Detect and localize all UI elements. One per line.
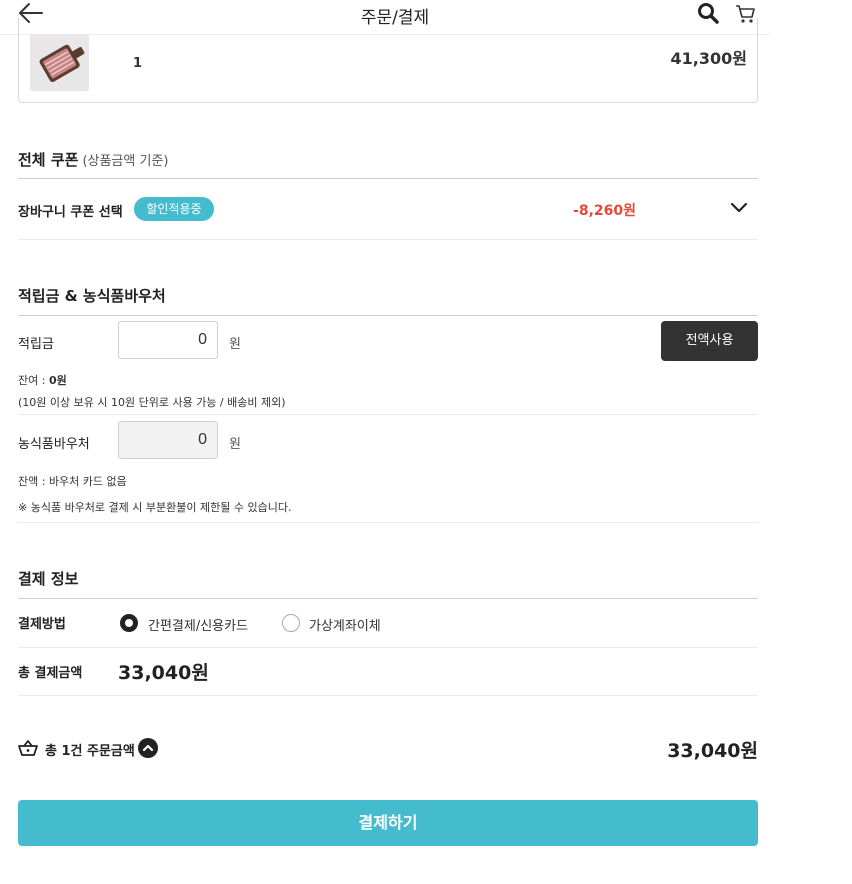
product-price: 41,300원 [670, 49, 747, 68]
voucher-input[interactable] [118, 421, 218, 459]
radio-card-payment[interactable] [120, 614, 138, 632]
points-note: (10원 이상 보유 시 10원 단위로 사용 가능 / 배송비 제외) [18, 396, 286, 409]
points-input[interactable] [118, 321, 218, 359]
product-quantity: 1 [133, 56, 143, 71]
checkout-page: 주문/결제 1 41,300원 전체 쿠폰 (상품금액 기준) 장바구니 쿠폰 … [0, 0, 770, 884]
divider [18, 315, 758, 316]
order-summary-label: 총 1건 주문금액 [45, 744, 135, 759]
chevron-down-icon[interactable] [730, 200, 748, 216]
divider [18, 239, 758, 240]
coupon-title: 전체 쿠폰 [18, 151, 79, 169]
product-image [30, 34, 89, 91]
points-balance: 잔여 : 0원 [18, 372, 67, 388]
use-all-points-button[interactable]: 전액사용 [661, 321, 758, 361]
radio-virtual-account-label[interactable]: 가상계좌이체 [309, 615, 381, 634]
coupon-subtitle: (상품금액 기준) [82, 154, 169, 169]
divider [18, 598, 758, 599]
divider [18, 647, 758, 648]
basket-icon [18, 740, 38, 756]
chevron-up-icon[interactable] [138, 738, 158, 758]
voucher-note: ※ 농식품 바우처로 결제 시 부분환불이 제한될 수 있습니다. [18, 501, 292, 514]
voucher-balance: 잔액 : 바우처 카드 없음 [18, 475, 127, 488]
discount-applied-badge: 할인적용중 [134, 197, 214, 221]
divider [18, 414, 758, 415]
divider [18, 522, 758, 523]
points-balance-value: 0원 [48, 374, 67, 387]
points-section-title: 적립금 & 농식품바우처 [18, 287, 166, 305]
points-label: 적립금 [18, 337, 54, 352]
divider [18, 178, 758, 179]
total-payment-label: 총 결제금액 [18, 666, 83, 681]
order-summary-value: 33,040원 [667, 740, 758, 762]
divider [18, 695, 758, 696]
payment-method-label: 결제방법 [18, 617, 66, 632]
voucher-unit: 원 [229, 437, 241, 452]
cart-coupon-label: 장바구니 쿠폰 선택 [18, 205, 123, 220]
radio-card-payment-label[interactable]: 간편결제/신용카드 [148, 615, 248, 634]
radio-virtual-account[interactable] [282, 614, 300, 632]
points-unit: 원 [229, 337, 241, 352]
coupon-discount-amount: -8,260원 [573, 203, 636, 219]
payment-section-title: 결제 정보 [18, 570, 79, 588]
coupon-section-title: 전체 쿠폰 (상품금액 기준) [18, 149, 168, 170]
points-balance-prefix: 잔여 : [18, 374, 49, 387]
pay-button[interactable]: 결제하기 [18, 800, 758, 846]
voucher-label: 농식품바우처 [18, 437, 90, 452]
product-card: 1 41,300원 [18, 18, 758, 103]
total-payment-value: 33,040원 [118, 662, 209, 684]
